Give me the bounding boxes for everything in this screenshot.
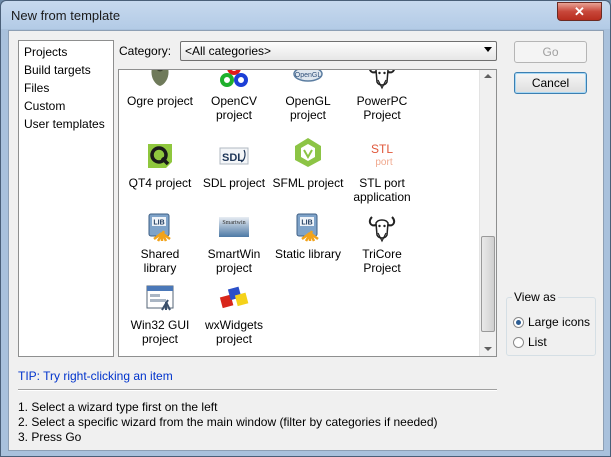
svg-text:LIB: LIB xyxy=(301,220,312,227)
svg-text:Smartwin: Smartwin xyxy=(222,220,245,226)
template-label: wxWidgets project xyxy=(204,318,263,346)
svg-text:OpenGL: OpenGL xyxy=(295,72,322,79)
library-icon: LIB xyxy=(148,213,171,242)
instruction-line: 2. Select a specific wizard from the mai… xyxy=(18,415,438,429)
svg-text:STL: STL xyxy=(371,142,393,156)
qt-icon xyxy=(148,144,172,168)
template-label: Static library xyxy=(274,247,342,261)
category-select-value: <All categories> xyxy=(185,44,272,58)
ogre-icon xyxy=(151,70,169,86)
instruction-line: 3. Press Go xyxy=(18,430,82,444)
wizard-type-custom[interactable]: Custom xyxy=(24,99,65,113)
large-icons-label[interactable]: Large icons xyxy=(528,315,590,329)
go-button[interactable]: Go xyxy=(514,41,587,63)
smartwin-icon: Smartwin xyxy=(219,217,249,237)
template-label: Win32 GUI project xyxy=(130,318,190,346)
template-grid[interactable]: Ogre project OpenCV project OpenGL OpenG… xyxy=(118,69,497,357)
cancel-button[interactable]: Cancel xyxy=(514,72,587,94)
gnu-icon xyxy=(368,216,396,243)
svg-text:LIB: LIB xyxy=(153,220,164,227)
win32-icon xyxy=(146,285,174,311)
svg-text:SDL: SDL xyxy=(222,152,244,164)
wizard-type-build-targets[interactable]: Build targets xyxy=(24,63,91,77)
divider xyxy=(18,389,497,391)
close-button[interactable]: ✕ xyxy=(557,2,602,21)
view-as-legend: View as xyxy=(512,290,558,304)
template-label: SDL project xyxy=(202,176,266,190)
wxwidgets-icon xyxy=(219,286,249,309)
template-label: PowerPC Project xyxy=(356,94,408,122)
template-label: SFML project xyxy=(272,176,344,190)
scrollbar-thumb[interactable] xyxy=(481,236,495,332)
large-icons-radio[interactable] xyxy=(513,317,524,328)
template-label: QT4 project xyxy=(128,176,192,190)
template-label: TriCore Project xyxy=(362,247,402,275)
title-bar: New from template ✕ xyxy=(1,1,610,29)
template-grid-scrollbar[interactable] xyxy=(479,70,496,356)
template-label: OpenCV project xyxy=(210,94,258,122)
wizard-type-user-templates[interactable]: User templates xyxy=(24,117,105,131)
wizard-type-projects[interactable]: Projects xyxy=(24,45,67,59)
category-select[interactable]: <All categories> xyxy=(180,41,497,61)
template-label: Shared library xyxy=(140,247,180,275)
scroll-up-arrow-icon[interactable] xyxy=(484,74,492,78)
window-title: New from template xyxy=(11,8,121,23)
dialog-client-area: Projects Build targets Files Custom User… xyxy=(8,30,604,451)
opencv-icon xyxy=(220,70,248,87)
sfml-icon xyxy=(295,138,321,167)
instruction-line: 1. Select a wizard type first on the lef… xyxy=(18,400,218,414)
view-as-group: View as Large icons List xyxy=(506,290,596,356)
opengl-icon: OpenGL xyxy=(293,70,323,82)
template-label: Ogre project xyxy=(126,94,194,108)
svg-text:port: port xyxy=(375,157,392,168)
chevron-down-icon xyxy=(484,47,492,52)
template-label: SmartWin project xyxy=(207,247,261,275)
scroll-down-arrow-icon[interactable] xyxy=(484,347,492,351)
library-icon: LIB xyxy=(296,213,319,242)
wizard-type-files[interactable]: Files xyxy=(24,81,49,95)
tip-text: TIP: Try right-clicking an item xyxy=(18,369,173,383)
list-label[interactable]: List xyxy=(528,335,547,349)
stlport-icon: STL port xyxy=(371,142,393,168)
new-from-template-dialog: New from template ✕ Projects Build targe… xyxy=(0,0,611,457)
category-label: Category: xyxy=(119,44,172,58)
gnu-icon xyxy=(369,70,395,90)
template-label: STL port application xyxy=(353,176,411,204)
template-label: OpenGL project xyxy=(285,94,331,122)
sdl-icon: SDL xyxy=(219,147,249,165)
wizard-type-list[interactable]: Projects Build targets Files Custom User… xyxy=(18,40,114,357)
list-radio[interactable] xyxy=(513,337,524,348)
